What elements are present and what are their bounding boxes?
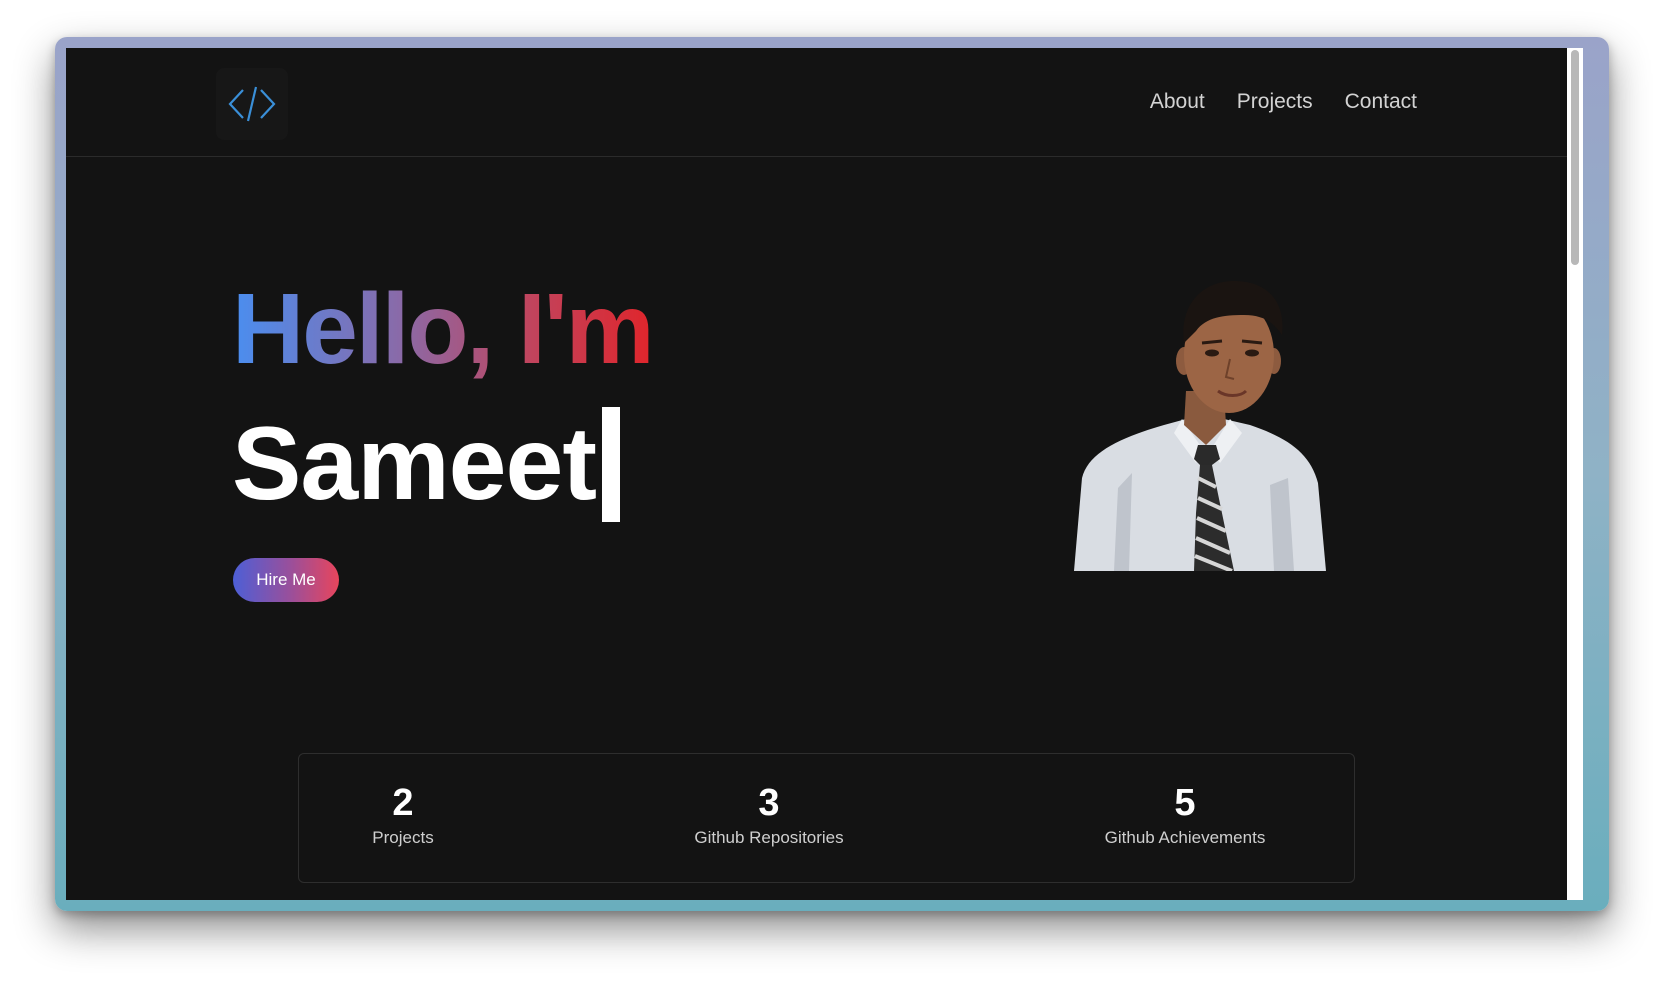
logo[interactable] [216,68,288,140]
stat-label: Github Achievements [1104,827,1266,847]
window-frame: About Projects Contact Hello, I'm Sameet… [55,37,1609,911]
stat-github-achievements: 5 Github Achievements [1104,782,1266,848]
typing-cursor [602,407,620,522]
stat-label: Github Repositories [694,827,844,847]
scrollbar-thumb[interactable] [1571,50,1579,265]
scrollbar[interactable] [1567,48,1583,900]
hero-greeting: Hello, I'm [232,264,655,394]
code-brackets-icon [228,86,276,122]
browser-viewport: About Projects Contact Hello, I'm Sameet… [66,48,1583,900]
stat-value: 3 [758,782,780,824]
portrait-image [1074,281,1326,571]
stat-value: 5 [1174,782,1196,824]
stat-projects: 2 Projects [372,782,434,848]
nav-links: About Projects Contact [1150,48,1417,156]
hero-name-line: Sameet [232,407,620,522]
stat-value: 2 [392,782,414,824]
stat-github-repositories: 3 Github Repositories [694,782,844,848]
nav-link-projects[interactable]: Projects [1237,90,1313,114]
hero-name: Sameet [232,406,597,523]
navbar: About Projects Contact [66,48,1567,157]
nav-link-contact[interactable]: Contact [1345,90,1417,114]
stat-label: Projects [372,827,434,847]
nav-link-about[interactable]: About [1150,90,1205,114]
stats-panel: 2 Projects 3 Github Repositories 5 Githu… [298,753,1355,883]
hire-me-button[interactable]: Hire Me [233,558,339,602]
